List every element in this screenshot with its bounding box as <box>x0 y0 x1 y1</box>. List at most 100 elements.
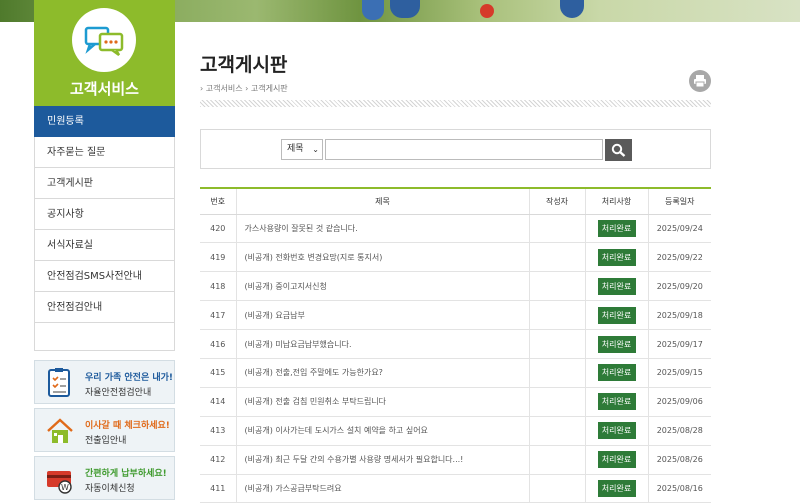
svg-text:W: W <box>61 483 69 492</box>
status-badge: 처리완료 <box>597 335 636 353</box>
row-author <box>528 387 585 417</box>
row-title-link[interactable]: (비공개) 가스공급부탁드려요 <box>235 474 529 503</box>
sidebar-item-customer-board[interactable]: 고객게시판 <box>34 168 175 199</box>
table-row: 419 (비공개) 전화번호 변경요망(지로 통지서) 처리완료 2025/09… <box>200 242 711 273</box>
printer-icon[interactable] <box>689 70 711 92</box>
sidebar-menu-spacer <box>34 323 175 351</box>
row-number: 417 <box>200 300 236 331</box>
table-row: 415 (비공개) 전출,전입 주말에도 가능한가요? 처리완료 2025/09… <box>200 358 711 388</box>
column-header-title: 제목 <box>235 188 529 215</box>
chevron-down-icon: ⌄ <box>312 145 319 154</box>
row-author <box>528 242 585 273</box>
column-header-number: 번호 <box>200 188 236 215</box>
sidebar-item-complaint-register[interactable]: 민원등록 <box>34 106 175 137</box>
sidebar-header: 고객서비스 <box>34 0 175 106</box>
row-date: 2025/09/17 <box>647 329 711 359</box>
row-date: 2025/08/28 <box>647 416 711 446</box>
breadcrumb-item[interactable]: 고객게시판 <box>251 84 288 93</box>
column-header-status: 처리사항 <box>584 188 648 215</box>
search-input[interactable] <box>325 139 603 160</box>
promo-subtitle: 전출입안내 <box>85 436 127 446</box>
sidebar: 고객서비스 민원등록 자주묻는 질문 고객게시판 공지사항 서식자료실 안전점검… <box>34 0 175 500</box>
page-title: 고객게시판 <box>200 54 288 76</box>
row-date: 2025/09/22 <box>647 242 711 273</box>
row-author <box>528 300 585 331</box>
row-title-link[interactable]: (비공개) 중이고지서신청 <box>235 271 529 302</box>
row-author <box>528 214 585 244</box>
row-number: 420 <box>200 214 236 244</box>
table-row: 411 (비공개) 가스공급부탁드려요 처리완료 2025/08/16 <box>200 474 711 503</box>
row-date: 2025/09/18 <box>647 300 711 331</box>
row-title-link[interactable]: 가스사용량이 잘못된 것 같습니다. <box>235 214 529 244</box>
row-number: 411 <box>200 474 236 503</box>
search-icon <box>611 143 626 157</box>
promo-title: 우리 가족 안전은 내가! <box>85 373 174 383</box>
search-panel: 제목 ⌄ <box>200 129 711 169</box>
status-badge: 처리완료 <box>597 277 636 295</box>
table-header-row: 번호 제목 작성자 처리사항 등록일자 <box>200 188 711 215</box>
row-title-link[interactable]: (비공개) 요금납부 <box>235 300 529 331</box>
search-button[interactable] <box>605 139 632 161</box>
table-row: 420 가스사용량이 잘못된 것 같습니다. 처리완료 2025/09/24 <box>200 214 711 244</box>
row-author <box>528 474 585 503</box>
search-field-select[interactable]: 제목 ⌄ <box>281 139 323 160</box>
row-number: 413 <box>200 416 236 446</box>
card-icon: W <box>45 463 75 495</box>
row-number: 414 <box>200 387 236 417</box>
sidebar-item-forms-library[interactable]: 서식자료실 <box>34 230 175 261</box>
row-number: 412 <box>200 445 236 475</box>
sidebar-item-safety-sms[interactable]: 안전점검SMS사전안내 <box>34 261 175 292</box>
board-table: 번호 제목 작성자 처리사항 등록일자 420 가스사용량이 잘못된 것 같습니… <box>200 187 711 503</box>
promo-auto-transfer[interactable]: W 간편하게 납부하세요! 자동이체신청 <box>34 456 175 500</box>
table-row: 417 (비공개) 요금납부 처리완료 2025/09/18 <box>200 300 711 331</box>
status-badge: 처리완료 <box>597 393 636 411</box>
sidebar-menu: 민원등록 자주묻는 질문 고객게시판 공지사항 서식자료실 안전점검SMS사전안… <box>34 106 175 351</box>
row-title-link[interactable]: (비공개) 전출,전입 주말에도 가능한가요? <box>235 358 529 388</box>
promo-move-in-out[interactable]: 이사갈 때 체크하세요! 전출입안내 <box>34 408 175 452</box>
sidebar-item-notices[interactable]: 공지사항 <box>34 199 175 230</box>
promo-self-safety-check[interactable]: 우리 가족 안전은 내가! 자율안전점검안내 <box>34 360 175 404</box>
status-badge: 처리완료 <box>597 248 636 266</box>
sidebar-item-faq[interactable]: 자주묻는 질문 <box>34 137 175 168</box>
row-author <box>528 329 585 359</box>
row-date: 2025/09/20 <box>647 271 711 302</box>
promo-title: 이사갈 때 체크하세요! <box>85 421 170 431</box>
row-author <box>528 358 585 388</box>
row-author <box>528 271 585 302</box>
chat-bubbles-icon <box>72 8 136 72</box>
sidebar-item-safety-inspection[interactable]: 안전점검안내 <box>34 292 175 323</box>
row-title-link[interactable]: (비공개) 전화번호 변경요망(지로 통지서) <box>235 242 529 273</box>
row-title-link[interactable]: (비공개) 최근 두달 간의 수용가별 사용량 명세서가 필요합니다...! <box>235 445 529 475</box>
table-row: 412 (비공개) 최근 두달 간의 수용가별 사용량 명세서가 필요합니다..… <box>200 445 711 475</box>
row-title-link[interactable]: (비공개) 전출 검침 민원취소 부탁드립니다 <box>235 387 529 417</box>
breadcrumb-item[interactable]: 고객서비스 <box>206 84 243 93</box>
row-date: 2025/09/24 <box>647 214 711 244</box>
promo-subtitle: 자동이체신청 <box>85 484 135 494</box>
table-row: 418 (비공개) 중이고지서신청 처리완료 2025/09/20 <box>200 271 711 302</box>
row-title-link[interactable]: (비공개) 이사가는데 도시가스 설치 예약을 하고 싶어요 <box>235 416 529 446</box>
row-number: 418 <box>200 271 236 302</box>
house-icon <box>45 415 75 447</box>
row-date: 2025/09/06 <box>647 387 711 417</box>
row-author <box>528 445 585 475</box>
row-author <box>528 416 585 446</box>
row-title-link[interactable]: (비공개) 미납요금납부했습니다. <box>235 329 529 359</box>
promo-title: 간편하게 납부하세요! <box>85 469 167 479</box>
row-date: 2025/08/16 <box>647 474 711 503</box>
title-divider <box>200 100 711 107</box>
status-badge: 처리완료 <box>597 306 636 324</box>
table-row: 413 (비공개) 이사가는데 도시가스 설치 예약을 하고 싶어요 처리완료 … <box>200 416 711 446</box>
checklist-icon <box>45 367 75 399</box>
status-badge: 처리완료 <box>597 479 636 497</box>
status-badge: 처리완료 <box>597 451 636 469</box>
table-row: 414 (비공개) 전출 검침 민원취소 부탁드립니다 처리완료 2025/09… <box>200 387 711 417</box>
promo-subtitle: 자율안전점검안내 <box>85 388 152 398</box>
breadcrumb: › 고객서비스 › 고객게시판 <box>200 84 288 93</box>
row-number: 416 <box>200 329 236 359</box>
row-number: 415 <box>200 358 236 388</box>
status-badge: 처리완료 <box>597 422 636 440</box>
status-badge: 처리완료 <box>597 219 636 237</box>
column-header-date: 등록일자 <box>647 188 711 215</box>
column-header-author: 작성자 <box>528 188 585 215</box>
status-badge: 처리완료 <box>597 364 636 382</box>
